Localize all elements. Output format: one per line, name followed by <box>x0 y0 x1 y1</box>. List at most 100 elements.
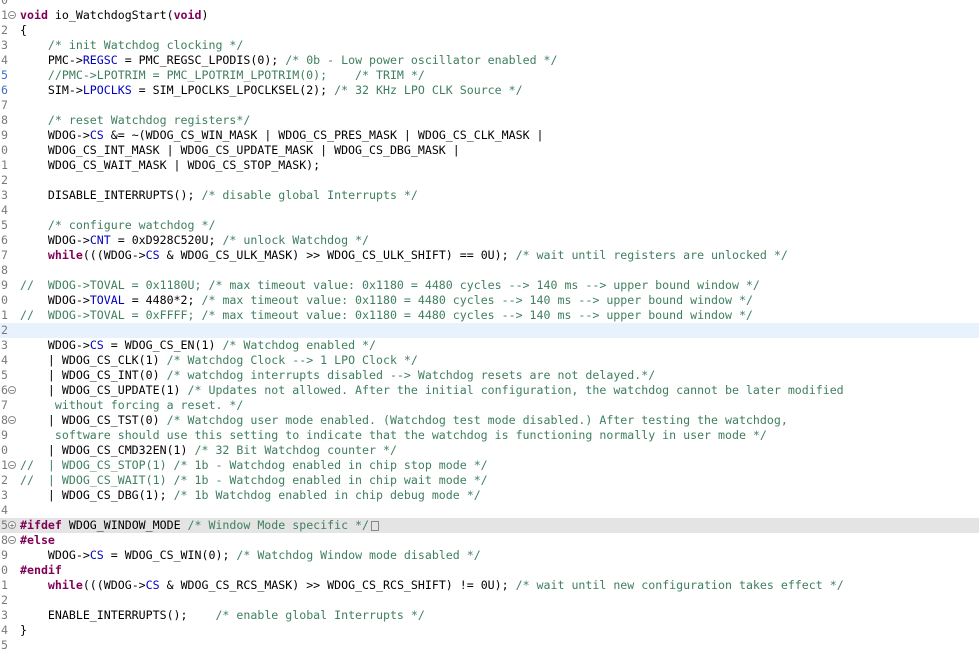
preprocessor-directive: #ifdef <box>20 518 62 532</box>
code-token: & WDOG_CS_ULK_MASK) >> WDOG_CS_ULK_SHIFT… <box>159 248 516 262</box>
code-line[interactable]: 1 // WDOG->TOVAL = 0xFFFF; /* max timeout… <box>0 308 979 323</box>
code-field: CS <box>145 578 160 592</box>
code-line[interactable]: 3 WDOG->CS = WDOG_CS_EN(1) /* Watchdog e… <box>0 338 979 353</box>
code-comment: // | WDOG_CS_STOP(1) /* 1b - Watchdog en… <box>20 458 488 472</box>
code-line[interactable]: 7 <box>0 98 979 113</box>
code-line[interactable]: 0 <box>0 0 979 8</box>
code-token: (((WDOG-> <box>82 248 146 262</box>
code-comment: // | WDOG_CS_WAIT(1) /* 1b - Watchdog en… <box>20 473 488 487</box>
line-number: 5 <box>1 68 8 82</box>
code-line[interactable]: 5 <box>0 638 979 653</box>
code-line[interactable]: 3 ENABLE_INTERRUPTS(); /* enable global … <box>0 608 979 623</box>
code-line[interactable]: 3 /* init Watchdog clocking */ <box>0 38 979 53</box>
code-line[interactable]: 1− void io_WatchdogStart(void) <box>0 8 979 23</box>
line-number: 8 <box>1 113 8 127</box>
code-line[interactable]: 7 without forcing a reset. */ <box>0 398 979 413</box>
code-line[interactable]: 8 <box>0 263 979 278</box>
preprocessor-directive: #else <box>20 533 55 547</box>
code-line[interactable]: 5 /* configure watchdog */ <box>0 218 979 233</box>
code-line[interactable]: 9 WDOG->CS &= ~(WDOG_CS_WIN_MASK | WDOG_… <box>0 128 979 143</box>
collapse-fold-icon[interactable]: − <box>8 386 16 395</box>
code-comment: /* init Watchdog clocking */ <box>47 38 244 52</box>
code-line[interactable]: 8 /* reset Watchdog registers*/ <box>0 113 979 128</box>
code-text: without forcing a reset. */ <box>20 398 243 413</box>
code-text: SIM->LPOCLKS = SIM_LPOCLKS_LPOCLKSEL(2);… <box>20 83 523 98</box>
code-line[interactable]: 8− #else <box>0 533 979 548</box>
collapse-fold-icon[interactable]: − <box>8 416 16 425</box>
folded-block-marker-icon[interactable] <box>371 520 380 531</box>
line-number: 8 <box>1 533 8 547</box>
code-line[interactable]: 2 <box>0 323 979 338</box>
code-text: // WDOG->TOVAL = 0xFFFF; /* max timeout … <box>20 308 753 323</box>
code-text: //PMC->LPOTRIM = PMC_LPOTRIM_LPOTRIM(0);… <box>20 68 425 83</box>
line-number: 5 <box>1 218 8 232</box>
code-text: // | WDOG_CS_WAIT(1) /* 1b - Watchdog en… <box>20 473 488 488</box>
code-line[interactable]: 5 //PMC->LPOTRIM = PMC_LPOTRIM_LPOTRIM(0… <box>0 68 979 83</box>
code-line[interactable]: 1 while(((WDOG->CS & WDOG_CS_RCS_MASK) >… <box>0 578 979 593</box>
code-line[interactable]: 0 #endif <box>0 563 979 578</box>
code-token: WDOG_CS_INT_MASK | WDOG_CS_UPDATE_MASK |… <box>20 143 460 157</box>
code-line[interactable]: 2 <box>0 593 979 608</box>
code-line[interactable]: 0 WDOG->TOVAL = 4480*2; /* max timeout v… <box>0 293 979 308</box>
code-line[interactable]: 7 while(((WDOG->CS & WDOG_CS_ULK_MASK) >… <box>0 248 979 263</box>
code-line[interactable]: 4} <box>0 623 979 638</box>
code-text: WDOG_CS_WAIT_MASK | WDOG_CS_STOP_MASK); <box>20 158 320 173</box>
line-number: 6 <box>1 83 8 97</box>
code-line[interactable]: 3 | WDOG_CS_DBG(1); /* 1b Watchdog enabl… <box>0 488 979 503</box>
code-line[interactable]: 4 PMC->REGSC = PMC_REGSC_LPODIS(0); /* 0… <box>0 53 979 68</box>
code-text: DISABLE_INTERRUPTS(); /* disable global … <box>20 188 418 203</box>
code-line[interactable]: 8− | WDOG_CS_TST(0) /* Watchdog user mod… <box>0 413 979 428</box>
code-token: | WDOG_CS_CLK(1) <box>20 353 167 367</box>
line-number: 3 <box>1 488 8 502</box>
code-token: WDOG-> <box>20 233 90 247</box>
code-line[interactable]: 5 + #ifdef WDOG_WINDOW_MODE /* Window Mode… <box>0 518 979 533</box>
preprocessor-directive: #endif <box>20 563 62 577</box>
code-text: | WDOG_CS_TST(0) /* Watchdog user mode e… <box>20 413 788 428</box>
collapse-fold-icon[interactable]: − <box>8 536 16 545</box>
code-line[interactable]: 0 WDOG_CS_INT_MASK | WDOG_CS_UPDATE_MASK… <box>0 143 979 158</box>
line-number: 7 <box>1 398 8 412</box>
code-line[interactable]: 2{ <box>0 23 979 38</box>
code-token: | WDOG_CS_CMD32EN(1) <box>20 443 195 457</box>
line-number: 5 <box>1 368 8 382</box>
line-number: 1 <box>1 578 8 592</box>
code-comment: /* enable global Interrupts */ <box>215 608 425 622</box>
expand-fold-icon[interactable]: + <box>8 521 16 530</box>
code-comment: /* wait until registers are unlocked */ <box>515 248 788 262</box>
code-line[interactable]: 4 <box>0 203 979 218</box>
code-line[interactable]: 4 <box>0 503 979 518</box>
line-number: 9 <box>1 278 8 292</box>
code-line[interactable]: 9 WDOG->CS = WDOG_CS_WIN(0); /* Watchdog… <box>0 548 979 563</box>
code-token: | WDOG_CS_DBG(1); <box>20 488 174 502</box>
code-line[interactable]: 2 <box>0 173 979 188</box>
code-comment: /* disable global Interrupts */ <box>201 188 418 202</box>
code-line[interactable]: 6− | WDOG_CS_UPDATE(1) /* Updates not al… <box>0 383 979 398</box>
code-text: PMC->REGSC = PMC_REGSC_LPODIS(0); /* 0b … <box>20 53 558 68</box>
line-number: 3 <box>1 188 8 202</box>
code-token: io_WatchdogStart( <box>47 8 174 22</box>
line-number: 7 <box>1 248 8 262</box>
code-token: WDOG-> <box>20 128 90 142</box>
code-line[interactable]: 6 WDOG->CNT = 0xD928C520U; /* unlock Wat… <box>0 233 979 248</box>
code-line[interactable]: 1−// | WDOG_CS_STOP(1) /* 1b - Watchdog … <box>0 458 979 473</box>
code-line[interactable]: 9 software should use this setting to in… <box>0 428 979 443</box>
code-line[interactable]: 9 // WDOG->TOVAL = 0x1180U; /* max timeou… <box>0 278 979 293</box>
code-text: /* configure watchdog */ <box>20 218 216 233</box>
code-editor[interactable]: 0 1− void io_WatchdogStart(void) 2{3 /* ini… <box>0 0 979 653</box>
collapse-fold-icon[interactable]: − <box>8 461 16 470</box>
code-line[interactable]: 2 // | WDOG_CS_WAIT(1) /* 1b - Watchdog e… <box>0 473 979 488</box>
code-line[interactable]: 6 SIM->LPOCLKS = SIM_LPOCLKS_LPOCLKSEL(2… <box>0 83 979 98</box>
code-line[interactable]: 4 | WDOG_CS_CLK(1) /* Watchdog Clock -->… <box>0 353 979 368</box>
code-line[interactable]: 0 | WDOG_CS_CMD32EN(1) /* 32 Bit Watchdo… <box>0 443 979 458</box>
code-token: = SIM_LPOCLKS_LPOCLKSEL(2); <box>131 83 335 97</box>
collapse-fold-icon[interactable]: − <box>8 11 16 20</box>
code-line[interactable]: 5 | WDOG_CS_INT(0) /* watchdog interrupt… <box>0 368 979 383</box>
code-line[interactable]: 1 WDOG_CS_WAIT_MASK | WDOG_CS_STOP_MASK)… <box>0 158 979 173</box>
line-number: 8 <box>1 413 8 427</box>
line-number: 1 <box>1 8 8 22</box>
code-line[interactable]: 3 DISABLE_INTERRUPTS(); /* disable globa… <box>0 188 979 203</box>
code-keyword: while <box>47 248 83 262</box>
code-token: | WDOG_CS_INT(0) <box>20 368 167 382</box>
